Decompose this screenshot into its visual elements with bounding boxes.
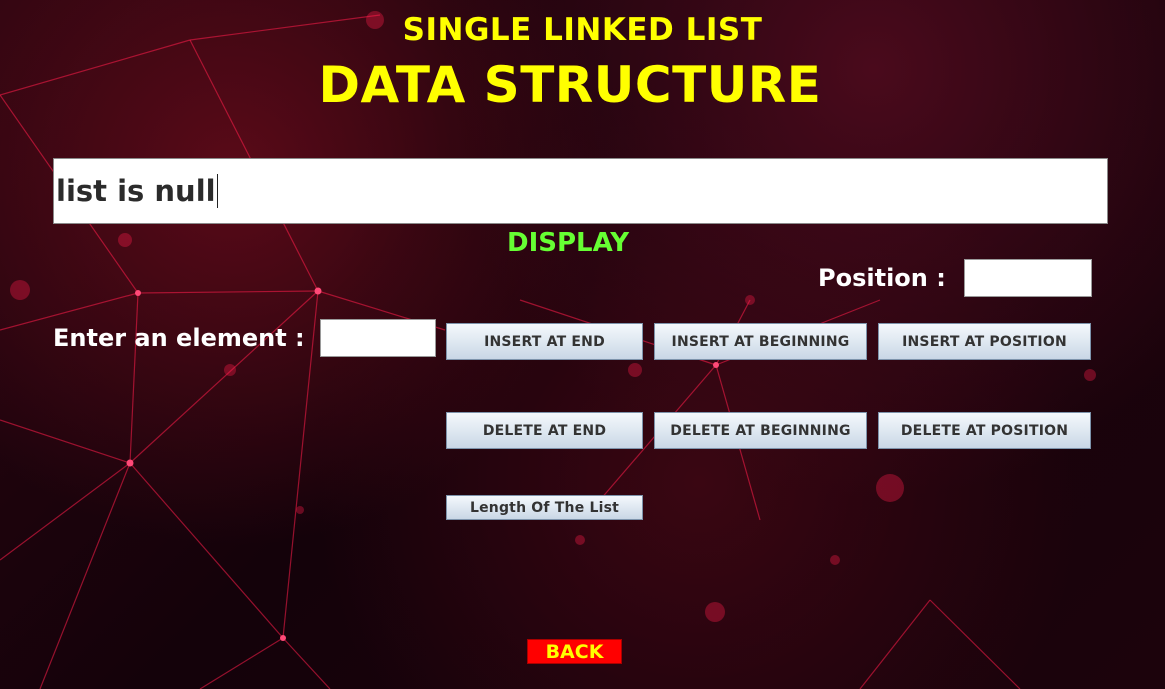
delete-at-position-button[interactable]: DELETE AT POSITION xyxy=(878,412,1091,449)
text-caret xyxy=(216,174,218,208)
element-label: Enter an element : xyxy=(53,324,305,352)
length-of-list-button[interactable]: Length Of The List xyxy=(446,495,643,520)
insert-at-position-button[interactable]: INSERT AT POSITION xyxy=(878,323,1091,360)
display-output-text: list is null xyxy=(56,174,216,208)
page-subtitle: SINGLE LINKED LIST xyxy=(402,12,763,48)
display-output-field[interactable]: list is null xyxy=(53,158,1108,224)
element-input[interactable] xyxy=(320,319,436,357)
page-title: DATA STRUCTURE xyxy=(318,56,822,114)
display-label: DISPLAY xyxy=(507,228,630,258)
position-input[interactable] xyxy=(964,259,1092,297)
back-button[interactable]: BACK xyxy=(527,639,622,664)
delete-at-end-button[interactable]: DELETE AT END xyxy=(446,412,643,449)
insert-at-beginning-button[interactable]: INSERT AT BEGINNING xyxy=(654,323,867,360)
insert-at-end-button[interactable]: INSERT AT END xyxy=(446,323,643,360)
delete-at-beginning-button[interactable]: DELETE AT BEGINNING xyxy=(654,412,867,449)
position-label: Position : xyxy=(818,264,946,292)
